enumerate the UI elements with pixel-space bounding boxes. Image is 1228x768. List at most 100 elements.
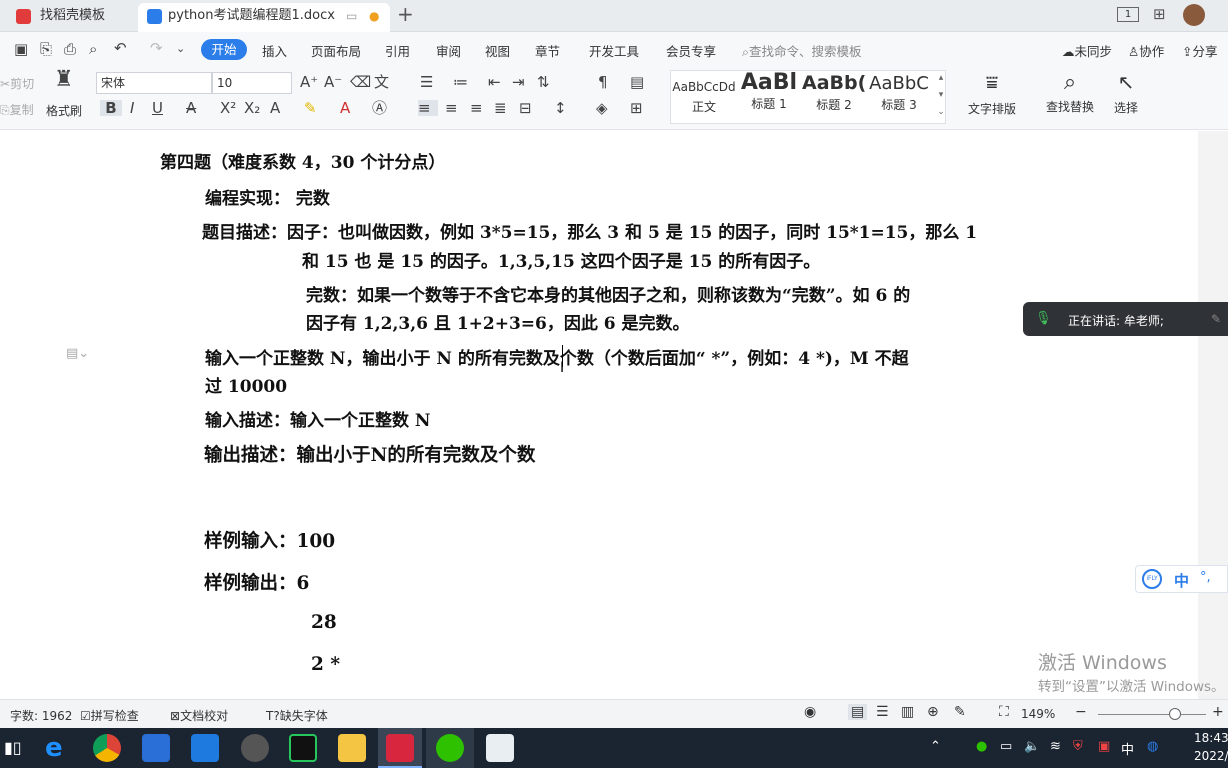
spellcheck-button[interactable]: ☑拼写检查 [80,707,139,724]
zoom-in-icon[interactable]: + [1212,704,1224,720]
punctuation-icon[interactable]: °, [1200,570,1211,585]
text-effect-icon[interactable]: A [270,100,280,116]
font-name-select[interactable]: 宋体 [96,72,212,94]
bold-icon[interactable]: B [100,100,122,116]
share-button[interactable]: ⇪分享 [1182,41,1218,60]
restore-icon[interactable]: ▭ [346,3,357,29]
taskbar-active-wps[interactable] [378,728,422,768]
write-mode-icon[interactable]: ✎ [954,704,966,720]
superscript-icon[interactable]: X² [220,100,236,116]
doc-outline-icon[interactable]: ▤⌄ [66,346,89,361]
app-icon[interactable] [241,734,269,762]
align-right-icon[interactable]: ≡ [470,100,483,116]
zoom-out-icon[interactable]: − [1075,704,1087,720]
ime-indicator[interactable]: 中 [1121,739,1134,758]
clock-date[interactable]: 2022/12 [1194,749,1228,763]
style-heading2[interactable]: AaBb( 标题 2 [802,70,866,120]
copy-button[interactable]: ⎘复制 [0,101,34,118]
wechat-tray-icon[interactable]: ● [976,739,987,754]
clear-format-icon[interactable]: ⌫ [350,74,371,90]
menu-page-layout[interactable]: 页面布局 [311,41,361,60]
ruler-icon[interactable]: ▤ [630,74,644,90]
security-icon[interactable]: ⛨ [1073,739,1083,754]
proofread-button[interactable]: ⊠文档校对 [170,707,228,724]
italic-icon[interactable]: I [130,100,134,116]
document-page[interactable]: ▤⌄ [0,131,1198,699]
print-icon[interactable]: ⎙ [64,41,76,57]
sort-icon[interactable]: ⇅ [537,74,550,90]
app-icon[interactable] [142,734,170,762]
command-search[interactable]: ⌕查找命令、搜索模板 [742,41,862,60]
page-view-icon[interactable]: ▤ [848,704,868,720]
numbered-list-icon[interactable]: ≔ [453,74,468,90]
tab-document[interactable]: python考试题编程题1.docx ▭ ● [138,3,390,32]
apps-grid-icon[interactable]: ⊞ [1153,5,1166,23]
underline-icon[interactable]: U [152,100,163,116]
pycharm-icon[interactable] [289,734,317,762]
select-button[interactable]: ↖ 选择 [1106,70,1146,116]
style-heading3[interactable]: AaBbC 标题 3 [867,70,931,120]
find-replace-button[interactable]: ⌕ 查找替换 [1040,70,1100,115]
vertical-scrollbar[interactable] [1198,131,1228,699]
menu-section[interactable]: 章节 [535,41,560,60]
ifly-tray-icon[interactable]: ◍ [1147,739,1158,754]
style-heading1[interactable]: AaBl 标题 1 [738,70,800,120]
fit-page-icon[interactable]: ⛶ [999,704,1009,720]
chevron-down-icon[interactable]: ⌄ [176,41,185,57]
subscript-icon[interactable]: X₂ [244,100,260,116]
format-painter-icon[interactable]: ♜ [54,69,74,91]
eye-protect-icon[interactable]: ◉ [804,704,816,720]
show-hidden-icons[interactable]: ⌃ [930,739,941,754]
align-left-icon[interactable]: ≡ [418,100,438,116]
font-size-select[interactable]: 10 [212,72,292,94]
cut-button[interactable]: ✂剪切 [0,75,34,92]
export-icon[interactable]: ⎘ [40,41,52,57]
zoom-slider[interactable] [1098,714,1206,715]
wifi-icon[interactable]: ≋ [1050,739,1061,754]
menu-start[interactable]: 开始 [201,39,247,60]
save-icon[interactable]: ▣ [14,41,28,57]
char-border-icon[interactable]: Ⓐ [372,100,387,116]
sync-status[interactable]: ☁未同步 [1062,41,1112,60]
zoom-slider-thumb[interactable] [1169,708,1181,720]
web-view-icon[interactable]: ⊕ [927,704,939,720]
menu-review[interactable]: 审阅 [436,41,461,60]
shrink-font-icon[interactable]: A⁻ [324,74,342,90]
clock-time[interactable]: 18:43 [1194,731,1228,745]
text-layout-button[interactable]: ⩸ 文字排版 [962,70,1022,117]
read-mode-icon[interactable]: ▥ [901,704,914,720]
ifly-input-toolbar[interactable]: iFLY 中 °, [1135,565,1228,593]
window-layout-icon[interactable]: 1 [1117,7,1139,22]
redo-icon[interactable]: ↷ [150,40,163,56]
shading-icon[interactable]: ◈ [596,100,608,116]
menu-view[interactable]: 视图 [485,41,510,60]
app-icon[interactable] [486,734,514,762]
bullet-list-icon[interactable]: ☰ [420,74,433,90]
font-color-icon[interactable]: A [340,100,350,116]
menu-insert[interactable]: 插入 [262,41,287,60]
menu-vip[interactable]: 会员专享 [666,41,716,60]
undo-icon[interactable]: ↶ [114,40,127,56]
taskbar-wechat[interactable] [426,728,474,768]
chrome-icon[interactable] [93,734,121,762]
align-center-icon[interactable]: ≡ [445,100,458,116]
network-icon[interactable]: ▭ [1000,739,1012,754]
missing-font-button[interactable]: T?缺失字体 [266,707,328,724]
format-painter-label[interactable]: 格式刷 [46,102,82,119]
zoom-level[interactable]: 149% [1021,707,1055,721]
speaking-indicator[interactable]: 🎙 正在讲话: 牟老师; ✎ [1023,302,1228,336]
print-preview-icon[interactable]: ⌕ [89,41,97,57]
style-normal[interactable]: AaBbCcDd 正文 [672,70,736,120]
avatar[interactable] [1183,4,1205,26]
tab-docer-templates[interactable]: 找稻壳模板 [6,3,136,32]
app-icon[interactable] [191,734,219,762]
file-explorer-icon[interactable] [338,734,366,762]
style-gallery-scroll[interactable]: ▴ ▾ ⌄ [936,70,946,124]
word-count[interactable]: 字数: 1962 [10,707,72,724]
distribute-icon[interactable]: ⊟ [519,100,532,116]
task-view-icon[interactable]: ▮▯ [4,738,22,757]
volume-icon[interactable]: 🔈 [1024,739,1040,754]
increase-indent-icon[interactable]: ⇥ [512,74,525,90]
edge-icon[interactable]: e [45,734,73,762]
decrease-indent-icon[interactable]: ⇤ [488,74,501,90]
